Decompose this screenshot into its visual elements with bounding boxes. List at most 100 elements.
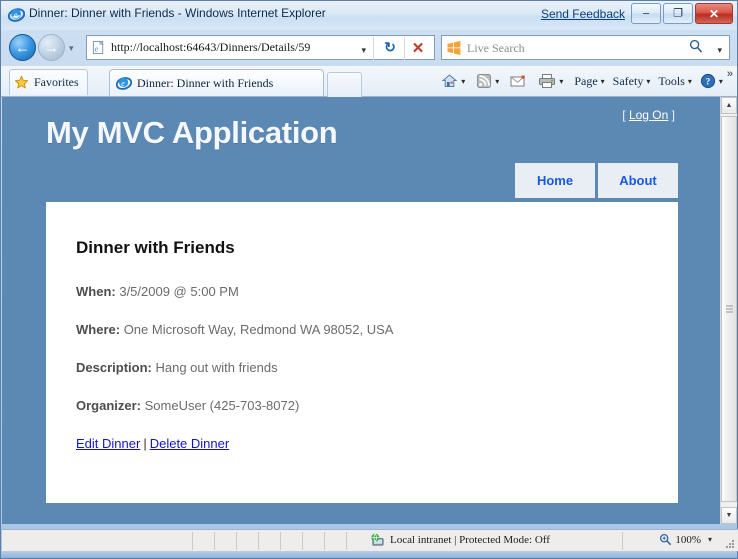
scroll-down-button[interactable]: ▼ — [721, 507, 737, 524]
maximize-icon: ❐ — [664, 8, 692, 19]
dinner-actions: Edit Dinner|Delete Dinner — [76, 436, 654, 451]
internet-zone-icon — [370, 533, 385, 547]
internet-explorer-icon: e — [116, 75, 132, 91]
status-separator-5 — [280, 532, 281, 550]
page-scrollbar[interactable]: ▲ ▼ — [720, 97, 737, 524]
web-page: My MVC Application [ Log On ] Home About… — [2, 97, 719, 524]
scroll-up-icon: ▲ — [726, 102, 733, 109]
address-separator-1 — [373, 37, 374, 60]
svg-text:e: e — [14, 10, 18, 20]
home-icon — [441, 73, 458, 89]
print-button[interactable]: ▾ — [534, 69, 567, 93]
safety-menu-button[interactable]: Safety ▾ — [609, 69, 655, 93]
nav-item-about[interactable]: About — [598, 163, 678, 198]
close-button[interactable]: ✕ — [695, 3, 733, 24]
logon-link[interactable]: Log On — [629, 108, 668, 122]
site-title: My MVC Application — [46, 115, 337, 151]
send-feedback-link[interactable]: Send Feedback — [541, 7, 625, 21]
field-where-value: One Microsoft Way, Redmond WA 98052, USA — [124, 322, 394, 337]
zoom-control[interactable]: 100% ▾ — [659, 533, 712, 546]
help-icon: ? — [700, 73, 716, 89]
star-icon — [14, 75, 29, 90]
minimize-icon: – — [632, 8, 660, 19]
favorites-label: Favorites — [34, 75, 79, 90]
field-organizer-label: Organizer: — [76, 398, 141, 413]
field-description: Description: Hang out with friends — [76, 360, 654, 375]
page-menu-button[interactable]: Page ▾ — [570, 69, 608, 93]
field-when-value: 3/5/2009 @ 5:00 PM — [119, 284, 238, 299]
status-separator-3 — [236, 532, 237, 550]
zoom-level-label: 100% — [675, 534, 701, 546]
field-organizer: Organizer: SomeUser (425-703-8072) — [76, 398, 654, 413]
new-tab-button[interactable] — [327, 72, 362, 97]
safety-caret-icon: ▾ — [646, 77, 650, 86]
field-where: Where: One Microsoft Way, Redmond WA 980… — [76, 322, 654, 337]
address-dropdown-icon[interactable]: ▾ — [361, 45, 366, 56]
navigation-bar: ← → ▾ e http://localhost:64643/Dinners/D… — [1, 30, 737, 66]
mail-icon — [510, 74, 527, 88]
stop-button[interactable]: ✕ — [407, 39, 429, 58]
home-caret-icon[interactable]: ▾ — [461, 77, 465, 86]
field-description-value: Hang out with friends — [155, 360, 277, 375]
address-bar[interactable]: e http://localhost:64643/Dinners/Details… — [86, 35, 435, 60]
minimize-button[interactable]: – — [631, 3, 661, 24]
search-provider-dropdown-icon[interactable]: ▾ — [717, 45, 722, 56]
command-bar-overflow-icon[interactable]: » — [727, 68, 733, 80]
scrollbar-thumb[interactable] — [721, 116, 737, 502]
maximize-button[interactable]: ❐ — [663, 3, 693, 24]
scroll-up-button[interactable]: ▲ — [721, 97, 737, 114]
site-navigation: Home About — [515, 163, 678, 198]
scrollbar-grip-icon — [726, 306, 733, 313]
zoom-caret-icon[interactable]: ▾ — [708, 535, 712, 544]
svg-text:?: ? — [706, 76, 711, 86]
mail-button[interactable] — [506, 69, 531, 93]
page-menu-label: Page — [574, 74, 597, 89]
svg-text:e: e — [121, 79, 125, 88]
search-box[interactable]: Live Search ▾ — [441, 35, 730, 60]
page-caret-icon: ▾ — [601, 77, 605, 86]
dinner-details: Dinner with Friends When: 3/5/2009 @ 5:0… — [76, 238, 654, 451]
forward-arrow-icon: → — [39, 40, 64, 55]
field-when: When: 3/5/2009 @ 5:00 PM — [76, 284, 654, 299]
forward-button[interactable]: → — [38, 34, 65, 61]
recent-pages-dropdown[interactable]: ▾ — [69, 43, 74, 54]
command-bar-items: ▾ ▾ — [437, 66, 733, 96]
logon-area: [ Log On ] — [622, 108, 675, 122]
dinner-title: Dinner with Friends — [76, 238, 654, 258]
security-zone-indicator[interactable]: Local intranet | Protected Mode: Off — [370, 533, 550, 547]
tools-menu-button[interactable]: Tools ▾ — [654, 69, 696, 93]
feeds-button[interactable]: ▾ — [472, 69, 503, 93]
feeds-caret-icon[interactable]: ▾ — [495, 77, 499, 86]
page-viewport: My MVC Application [ Log On ] Home About… — [2, 97, 736, 524]
page-icon: e — [91, 40, 106, 55]
field-description-label: Description: — [76, 360, 152, 375]
edit-dinner-link[interactable]: Edit Dinner — [76, 436, 140, 451]
print-caret-icon[interactable]: ▾ — [559, 77, 563, 86]
print-icon — [538, 73, 556, 89]
help-menu-button[interactable]: ? ▾ — [696, 69, 727, 93]
home-button[interactable]: ▾ — [437, 69, 469, 93]
search-go-icon[interactable] — [689, 39, 703, 54]
browser-window: e Dinner: Dinner with Friends - Windows … — [0, 0, 738, 559]
browser-tab[interactable]: e Dinner: Dinner with Friends — [109, 69, 324, 96]
nav-item-home-label: Home — [537, 173, 573, 188]
status-separator-2 — [214, 532, 215, 550]
status-separator-9 — [622, 532, 623, 550]
logon-prefix: [ — [622, 108, 629, 122]
status-separator-8 — [346, 532, 347, 550]
favorites-button[interactable]: Favorites — [9, 69, 88, 95]
windows-live-icon — [446, 40, 462, 56]
field-where-label: Where: — [76, 322, 120, 337]
resize-grip-icon[interactable] — [723, 537, 735, 549]
logon-suffix: ] — [668, 108, 675, 122]
nav-item-home[interactable]: Home — [515, 163, 595, 198]
security-zone-text: Local intranet | Protected Mode: Off — [390, 534, 550, 546]
window-bottom-border — [1, 551, 737, 558]
delete-dinner-link[interactable]: Delete Dinner — [150, 436, 230, 451]
address-separator-2 — [404, 37, 405, 60]
status-separator-1 — [192, 532, 193, 550]
back-button[interactable]: ← — [9, 34, 36, 61]
scroll-down-icon: ▼ — [726, 512, 733, 519]
nav-item-about-label: About — [619, 173, 657, 188]
refresh-button[interactable]: ↻ — [379, 39, 401, 58]
